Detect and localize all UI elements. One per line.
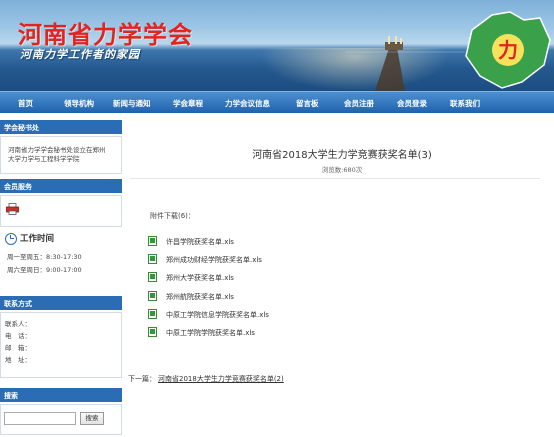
secretariat-heading: 学会秘书处 <box>0 120 122 134</box>
nav-leadership[interactable]: 领导机构 <box>64 98 94 109</box>
henan-map-logo: 力 <box>465 11 551 89</box>
printer-icon[interactable] <box>6 203 19 215</box>
contact-email: 邮 箱： <box>5 344 31 352</box>
search-input[interactable] <box>4 412 76 425</box>
attachment-name[interactable]: 郑州航院获奖名单.xls <box>166 292 234 302</box>
attachment-name[interactable]: 中原工学院学院获奖名单.xls <box>166 328 255 338</box>
attachment-name[interactable]: 中原工学院信息学院获奖名单.xls <box>166 310 269 320</box>
view-count: 浏览数:680次 <box>321 166 363 174</box>
attachments-label: 附件下载(6)： <box>150 212 195 220</box>
main-nav: 首页 领导机构 新闻与通知 学会章程 力学会议信息 留言板 会员注册 会员登录 … <box>0 91 554 113</box>
work-hours-weekend: 周六至周日：9:00-17:00 <box>7 266 82 274</box>
title-divider <box>130 178 540 179</box>
header-banner: 力 河南省力学学会 河南力学工作者的家园 <box>0 0 554 91</box>
attachment-name[interactable]: 郑州成功财经学院获奖名单.xls <box>166 255 262 265</box>
article-title: 河南省2018大学生力学竞赛获奖名单(3) <box>252 150 432 161</box>
nav-login[interactable]: 会员登录 <box>397 98 427 109</box>
clock-icon <box>5 233 17 245</box>
attachment-name[interactable]: 郑州大学获奖名单.xls <box>166 273 234 283</box>
nav-news[interactable]: 新闻与通知 <box>113 98 151 109</box>
next-article-link[interactable]: 河南省2018大学生力学竞赛获奖名单(2) <box>158 374 284 384</box>
work-hours-heading: 工作时间 <box>20 234 55 244</box>
excel-file-icon <box>148 291 157 301</box>
excel-file-icon <box>148 254 157 264</box>
nav-conference[interactable]: 力学会议信息 <box>225 98 270 109</box>
svg-text:力: 力 <box>498 38 518 62</box>
search-heading: 搜索 <box>0 388 122 402</box>
contact-person: 联系人： <box>5 320 31 328</box>
site-title: 河南省力学学会 <box>18 21 193 49</box>
work-hours-weekday: 周一至周五：8:30-17:30 <box>7 253 82 261</box>
site-subtitle: 河南力学工作者的家园 <box>20 48 140 61</box>
nav-home[interactable]: 首页 <box>18 98 33 109</box>
next-article-label: 下一篇： <box>128 375 156 383</box>
excel-file-icon <box>148 272 157 282</box>
member-service-heading: 会员服务 <box>0 179 122 193</box>
contact-heading: 联系方式 <box>0 296 122 310</box>
contact-phone: 电 话： <box>5 332 31 340</box>
excel-file-icon <box>148 236 157 246</box>
secretariat-line-1: 河南省力学学会秘书处设立在郑州 <box>8 146 106 154</box>
nav-contact[interactable]: 联系我们 <box>450 98 480 109</box>
excel-file-icon <box>148 327 157 337</box>
attachment-name[interactable]: 许昌学院获奖名单.xls <box>166 237 234 247</box>
pier-image <box>345 36 465 91</box>
contact-address: 地 址： <box>5 356 31 364</box>
search-button[interactable]: 搜索 <box>80 412 104 425</box>
excel-file-icon <box>148 309 157 319</box>
nav-register[interactable]: 会员注册 <box>344 98 374 109</box>
nav-guestbook[interactable]: 留言板 <box>296 98 319 109</box>
secretariat-line-2: 大学力学与工程科学学院 <box>8 155 80 163</box>
nav-charter[interactable]: 学会章程 <box>173 98 203 109</box>
